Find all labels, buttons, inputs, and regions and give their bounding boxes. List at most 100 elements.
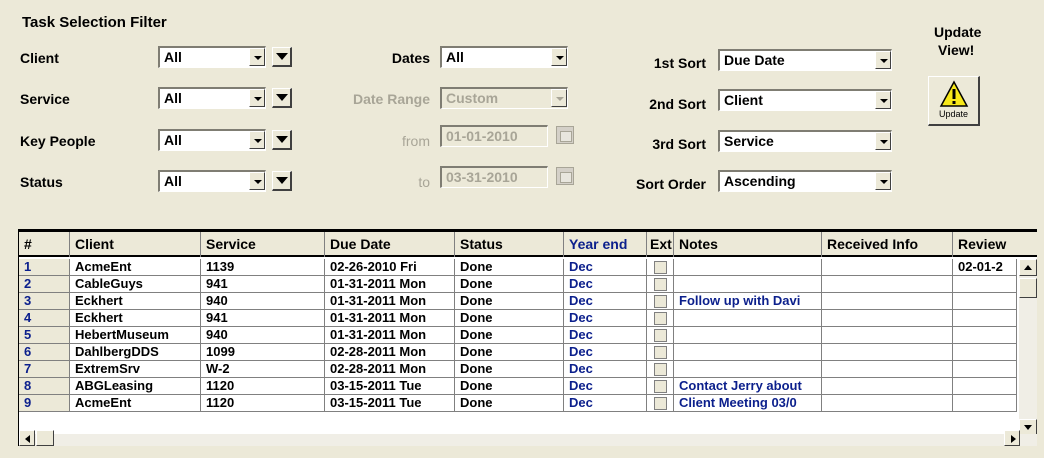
- sort2-select[interactable]: Client: [718, 89, 892, 111]
- cell-year-end[interactable]: Dec: [564, 395, 647, 412]
- cell-notes[interactable]: [674, 361, 822, 378]
- cell-status[interactable]: Done: [455, 293, 564, 310]
- cell-year-end[interactable]: Dec: [564, 310, 647, 327]
- row-number[interactable]: 9: [19, 395, 70, 412]
- row-number[interactable]: 7: [19, 361, 70, 378]
- table-row[interactable]: 7 ExtremSrv W-2 02-28-2011 Mon Done Dec: [19, 361, 1017, 378]
- ext-checkbox[interactable]: [654, 380, 667, 393]
- cell-status[interactable]: Done: [455, 361, 564, 378]
- cell-notes[interactable]: [674, 259, 822, 276]
- cell-received-info[interactable]: [822, 361, 953, 378]
- cell-status[interactable]: Done: [455, 327, 564, 344]
- cell-status[interactable]: Done: [455, 395, 564, 412]
- cell-review[interactable]: [953, 276, 1017, 293]
- chevron-down-icon[interactable]: [249, 172, 265, 190]
- cell-received-info[interactable]: [822, 327, 953, 344]
- cell-notes[interactable]: Contact Jerry about: [674, 378, 822, 395]
- cell-due-date[interactable]: 02-28-2011 Mon: [325, 344, 455, 361]
- cell-client[interactable]: CableGuys: [70, 276, 201, 293]
- cell-service[interactable]: 941: [201, 310, 325, 327]
- table-row[interactable]: 3 Eckhert 940 01-31-2011 Mon Done Dec Follow u…: [19, 293, 1017, 310]
- horizontal-scrollbar[interactable]: [19, 430, 1037, 446]
- cell-service[interactable]: 941: [201, 276, 325, 293]
- cell-notes[interactable]: [674, 327, 822, 344]
- to-date-field[interactable]: 03-31-2010: [440, 166, 548, 188]
- table-row[interactable]: 1 AcmeEnt 1139 02-26-2010 Fri Done Dec 02-01-2: [19, 259, 1017, 276]
- cell-notes[interactable]: [674, 344, 822, 361]
- cell-year-end[interactable]: Dec: [564, 344, 647, 361]
- date-range-select[interactable]: Custom: [440, 87, 568, 109]
- ext-checkbox[interactable]: [654, 363, 667, 376]
- cell-review[interactable]: [953, 293, 1017, 310]
- cell-received-info[interactable]: [822, 276, 953, 293]
- dates-select[interactable]: All: [440, 46, 568, 68]
- chevron-down-icon[interactable]: [249, 131, 265, 149]
- cell-review[interactable]: [953, 327, 1017, 344]
- col-header-client[interactable]: Client: [70, 232, 201, 257]
- cell-review[interactable]: [953, 361, 1017, 378]
- chevron-down-icon[interactable]: [551, 48, 567, 66]
- cell-service[interactable]: 1099: [201, 344, 325, 361]
- cell-year-end[interactable]: Dec: [564, 378, 647, 395]
- scroll-left-button[interactable]: [19, 430, 35, 446]
- cell-service[interactable]: 940: [201, 293, 325, 310]
- sort-order-select[interactable]: Ascending: [718, 170, 892, 192]
- ext-checkbox[interactable]: [654, 397, 667, 410]
- cell-received-info[interactable]: [822, 310, 953, 327]
- cell-due-date[interactable]: 01-31-2011 Mon: [325, 310, 455, 327]
- cell-received-info[interactable]: [822, 259, 953, 276]
- row-number[interactable]: 3: [19, 293, 70, 310]
- table-row[interactable]: 9 AcmeEnt 1120 03-15-2011 Tue Done Dec Client …: [19, 395, 1017, 412]
- cell-status[interactable]: Done: [455, 344, 564, 361]
- update-button[interactable]: Update: [928, 76, 980, 126]
- service-filter-button[interactable]: [272, 88, 292, 108]
- sort3-select[interactable]: Service: [718, 130, 892, 152]
- sort1-select[interactable]: Due Date: [718, 49, 892, 71]
- chevron-down-icon[interactable]: [875, 51, 891, 69]
- from-date-field[interactable]: 01-01-2010: [440, 125, 548, 147]
- cell-due-date[interactable]: 01-31-2011 Mon: [325, 276, 455, 293]
- col-header-due-date[interactable]: Due Date: [325, 232, 455, 257]
- cell-status[interactable]: Done: [455, 259, 564, 276]
- ext-checkbox[interactable]: [654, 295, 667, 308]
- scroll-up-button[interactable]: [1019, 259, 1037, 276]
- cell-due-date[interactable]: 02-26-2010 Fri: [325, 259, 455, 276]
- cell-review[interactable]: 02-01-2: [953, 259, 1017, 276]
- vertical-scrollbar[interactable]: [1019, 259, 1037, 436]
- cell-year-end[interactable]: Dec: [564, 361, 647, 378]
- chevron-down-icon[interactable]: [249, 48, 265, 66]
- cell-due-date[interactable]: 03-15-2011 Tue: [325, 395, 455, 412]
- row-number[interactable]: 2: [19, 276, 70, 293]
- cell-year-end[interactable]: Dec: [564, 327, 647, 344]
- cell-due-date[interactable]: 03-15-2011 Tue: [325, 378, 455, 395]
- cell-status[interactable]: Done: [455, 276, 564, 293]
- cell-review[interactable]: [953, 378, 1017, 395]
- ext-checkbox[interactable]: [654, 329, 667, 342]
- hscroll-thumb[interactable]: [36, 430, 54, 446]
- cell-due-date[interactable]: 01-31-2011 Mon: [325, 327, 455, 344]
- table-row[interactable]: 2 CableGuys 941 01-31-2011 Mon Done Dec: [19, 276, 1017, 293]
- scroll-thumb[interactable]: [1019, 278, 1037, 298]
- cell-client[interactable]: Eckhert: [70, 293, 201, 310]
- ext-checkbox[interactable]: [654, 278, 667, 291]
- col-header-review[interactable]: Review: [953, 232, 1037, 257]
- col-header-num[interactable]: #: [19, 232, 70, 257]
- ext-checkbox[interactable]: [654, 312, 667, 325]
- table-row[interactable]: 6 DahlbergDDS 1099 02-28-2011 Mon Done Dec: [19, 344, 1017, 361]
- cell-notes[interactable]: [674, 276, 822, 293]
- key-people-select[interactable]: All: [158, 129, 266, 151]
- cell-service[interactable]: 1139: [201, 259, 325, 276]
- row-number[interactable]: 1: [19, 259, 70, 276]
- col-header-service[interactable]: Service: [201, 232, 325, 257]
- ext-checkbox[interactable]: [654, 261, 667, 274]
- col-header-status[interactable]: Status: [455, 232, 564, 257]
- cell-service[interactable]: 940: [201, 327, 325, 344]
- row-number[interactable]: 6: [19, 344, 70, 361]
- ext-checkbox[interactable]: [654, 346, 667, 359]
- row-number[interactable]: 8: [19, 378, 70, 395]
- col-header-year-end[interactable]: Year end: [564, 232, 647, 257]
- cell-status[interactable]: Done: [455, 310, 564, 327]
- cell-service[interactable]: 1120: [201, 378, 325, 395]
- chevron-down-icon[interactable]: [875, 132, 891, 150]
- cell-review[interactable]: [953, 310, 1017, 327]
